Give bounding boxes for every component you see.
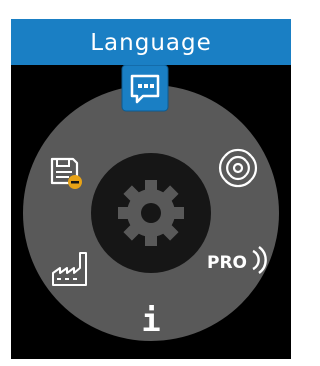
pro-label: PRO: [207, 253, 247, 273]
radial-menu-graphic: PRO i: [23, 65, 279, 341]
page-title: Language: [90, 30, 212, 56]
device-frame: Language PRO i: [0, 0, 292, 366]
menu-item-language[interactable]: [121, 65, 169, 112]
gear-icon[interactable]: [118, 180, 184, 246]
screen: Language PRO i: [11, 19, 291, 359]
radial-menu: PRO i: [11, 65, 291, 359]
menu-item-info[interactable]: i: [141, 301, 160, 339]
info-icon: i: [141, 301, 160, 339]
title-bar: Language: [11, 19, 291, 65]
